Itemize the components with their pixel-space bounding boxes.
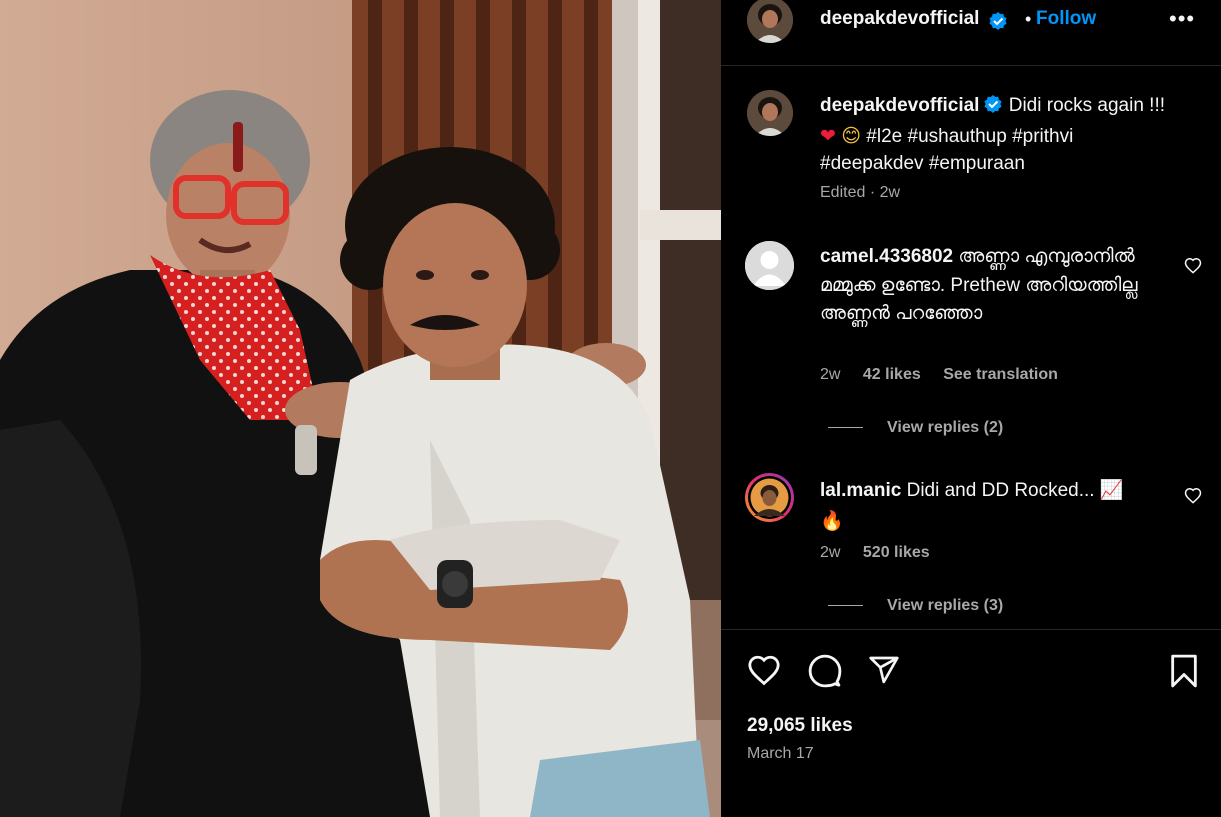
verified-badge-icon [988, 11, 1008, 36]
comment-body: Didi and DD Rocked... [906, 480, 1100, 501]
replies-divider [828, 427, 863, 429]
post-photo [0, 0, 721, 817]
view-replies-button[interactable]: View replies (3) [828, 597, 1003, 615]
verified-badge-icon [983, 94, 1003, 123]
heart-emoji: ❤ [820, 124, 836, 147]
comment-text: lal.manic Didi and DD Rocked... 📈 🔥 [820, 475, 1170, 537]
more-options-icon[interactable]: ••• [1169, 6, 1195, 32]
comment-text: camel.4336802 അണ്ണാ എമ്പുരാനിൽ മമ്മുക്ക … [820, 243, 1170, 329]
edited-label: Edited [820, 184, 866, 201]
view-replies-label: View replies (3) [887, 597, 1004, 614]
follow-button[interactable]: Follow [1036, 8, 1096, 30]
likes-count[interactable]: 29,065 likes [747, 715, 853, 737]
bookmark-icon[interactable] [1169, 654, 1199, 693]
like-comment-heart-icon[interactable] [1184, 257, 1202, 279]
caption-body: Didi rocks again !!! [1008, 95, 1166, 116]
post-actions: 29,065 likes March 17 [721, 629, 1221, 817]
view-replies-label: View replies (2) [887, 419, 1004, 436]
comment-meta: 2w 42 likes See translation [820, 366, 1076, 384]
post-date[interactable]: March 17 [747, 745, 814, 763]
caption-time[interactable]: 2w [880, 184, 900, 201]
author-avatar-image [747, 0, 793, 43]
view-replies-button[interactable]: View replies (2) [828, 419, 1003, 437]
fire-emoji: 🔥 [820, 510, 844, 532]
post-image[interactable] [0, 0, 721, 817]
smile-emoji: 😊 [841, 124, 862, 147]
chart-emoji: 📈 [1099, 479, 1124, 501]
post-header: deepakdevofficial • Follow ••• [721, 0, 1221, 66]
header-separator: • [1025, 9, 1032, 29]
comment-time[interactable]: 2w [820, 366, 840, 383]
meta-separator: · [869, 184, 876, 201]
comment-time[interactable]: 2w [820, 544, 840, 561]
author-username[interactable]: deepakdevofficial [820, 8, 979, 30]
comment-likes[interactable]: 520 likes [863, 544, 930, 561]
replies-divider [828, 605, 863, 607]
author-avatar[interactable] [747, 0, 793, 43]
lal-manic-avatar-image [748, 476, 791, 519]
see-translation-link[interactable]: See translation [943, 366, 1058, 383]
comment-username[interactable]: camel.4336802 [820, 246, 953, 267]
default-avatar-icon[interactable] [745, 241, 794, 290]
heart-icon[interactable] [747, 654, 781, 691]
comment-icon[interactable] [808, 654, 842, 693]
post-details-panel: deepakdevofficial • Follow ••• deepakdev… [721, 0, 1221, 817]
caption-avatar-image [747, 90, 793, 136]
caption-text: deepakdevofficial Didi rocks again !!! ❤… [820, 92, 1180, 178]
caption-avatar[interactable] [747, 90, 793, 136]
story-ring-avatar[interactable] [745, 473, 794, 522]
share-icon[interactable] [867, 654, 901, 691]
caption-meta: Edited · 2w [820, 184, 900, 202]
comment-username[interactable]: lal.manic [820, 480, 901, 501]
caption-username[interactable]: deepakdevofficial [820, 95, 979, 116]
comment-likes[interactable]: 42 likes [863, 366, 921, 383]
comment-meta: 2w 520 likes [820, 544, 948, 562]
like-comment-heart-icon[interactable] [1184, 487, 1202, 509]
